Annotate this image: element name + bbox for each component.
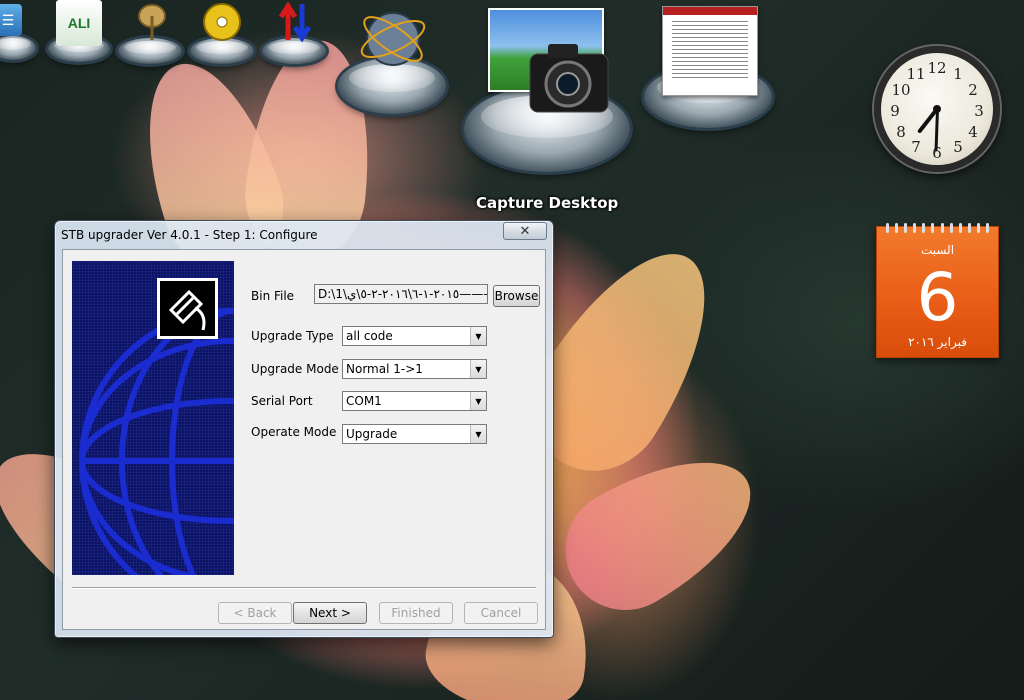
serial-port-label: Serial Port <box>251 394 313 408</box>
app-icon: ☰ <box>1 11 15 28</box>
capture-desktop-dock[interactable] <box>462 6 632 178</box>
cd-icon-dock[interactable] <box>190 0 256 68</box>
bin-file-field[interactable]: D:\1\٢٠١٥-١-٦\٢٠١٦-٢-٥\ي——— <box>314 284 488 304</box>
globe-icon-dock[interactable] <box>334 0 452 124</box>
upgrade-type-select[interactable]: all code ▼ <box>342 326 487 346</box>
stb-upgrader-window: STB upgrader Ver 4.0.1 - Step 1: Configu… <box>54 220 554 638</box>
clock-gadget[interactable]: 12 1 2 3 4 5 6 7 8 9 10 11 <box>874 46 1000 172</box>
capture-desktop-label[interactable]: Capture Desktop <box>476 194 618 212</box>
cd-icon <box>203 3 241 41</box>
cancel-button[interactable]: Cancel <box>464 602 538 624</box>
satellite-dish-icon-dock[interactable] <box>118 0 184 68</box>
close-icon: ✕ <box>519 223 531 238</box>
operate-mode-value: Upgrade <box>346 427 398 441</box>
serial-port-value: COM1 <box>346 394 382 408</box>
ali-icon: ALI <box>67 15 91 31</box>
calendar-weekday: السبت <box>920 243 955 257</box>
clock-number: 1 <box>953 65 963 83</box>
clock-number: 9 <box>890 102 900 120</box>
chevron-down-icon[interactable]: ▼ <box>470 360 486 378</box>
globe-icon <box>360 12 426 66</box>
calendar-gadget[interactable]: السبت 6 فبراير ٢٠١٦ <box>876 223 999 358</box>
operate-mode-select[interactable]: Upgrade ▼ <box>342 424 487 444</box>
camera-icon <box>529 44 609 113</box>
upgrade-mode-select[interactable]: Normal 1->1 ▼ <box>342 359 487 379</box>
ethernet-plug-icon <box>168 289 205 330</box>
back-button[interactable]: < Back <box>218 602 292 624</box>
clock-number: 5 <box>953 138 963 156</box>
clock-number: 8 <box>896 123 906 141</box>
clock-number: 3 <box>974 102 984 120</box>
clock-number: 10 <box>891 81 911 99</box>
satellite-dish-icon <box>138 4 166 40</box>
transfer-arrows-icon <box>278 2 312 42</box>
clock-number: 7 <box>911 138 921 156</box>
next-button[interactable]: Next > <box>293 602 367 624</box>
window-title: STB upgrader Ver 4.0.1 - Step 1: Configu… <box>61 228 318 242</box>
clock-center-pin <box>933 105 941 113</box>
operate-mode-label: Operate Mode <box>251 425 337 439</box>
chevron-down-icon[interactable]: ▼ <box>470 392 486 410</box>
finished-button[interactable]: Finished <box>379 602 453 624</box>
wizard-side-panel <box>72 261 234 575</box>
app-icon-dock[interactable]: ☰ <box>0 0 40 66</box>
upgrade-mode-value: Normal 1->1 <box>346 362 423 376</box>
browse-button[interactable]: Browse <box>493 285 540 307</box>
close-button[interactable]: ✕ <box>503 222 547 240</box>
button-separator <box>72 587 536 589</box>
webpage-icon <box>663 7 757 15</box>
clock-number: 4 <box>968 123 978 141</box>
calendar-day-number: 6 <box>916 259 959 336</box>
ali-icon-dock[interactable]: ALI <box>48 0 112 66</box>
chevron-down-icon[interactable]: ▼ <box>470 327 486 345</box>
upgrade-type-value: all code <box>346 329 393 343</box>
clock-number: 12 <box>927 59 947 77</box>
chevron-down-icon[interactable]: ▼ <box>470 425 486 443</box>
network-cable-logo <box>157 278 218 339</box>
calendar-month-year: فبراير ٢٠١٦ <box>908 335 967 349</box>
window-titlebar[interactable]: STB upgrader Ver 4.0.1 - Step 1: Configu… <box>55 221 553 249</box>
calendar-rings <box>877 223 998 233</box>
clock-number: 11 <box>906 65 926 83</box>
webpage-icon-dock[interactable] <box>644 4 774 134</box>
clock-number: 2 <box>968 81 978 99</box>
transfer-arrows-icon-dock[interactable] <box>262 0 328 68</box>
upgrade-mode-label: Upgrade Mode <box>251 362 339 376</box>
webpage-text-lines <box>672 21 748 81</box>
upgrade-type-label: Upgrade Type <box>251 329 334 343</box>
window-client-area: Bin File D:\1\٢٠١٥-١-٦\٢٠١٦-٢-٥\ي——— Bro… <box>62 249 546 630</box>
bin-file-label: Bin File <box>251 289 295 303</box>
serial-port-select[interactable]: COM1 ▼ <box>342 391 487 411</box>
